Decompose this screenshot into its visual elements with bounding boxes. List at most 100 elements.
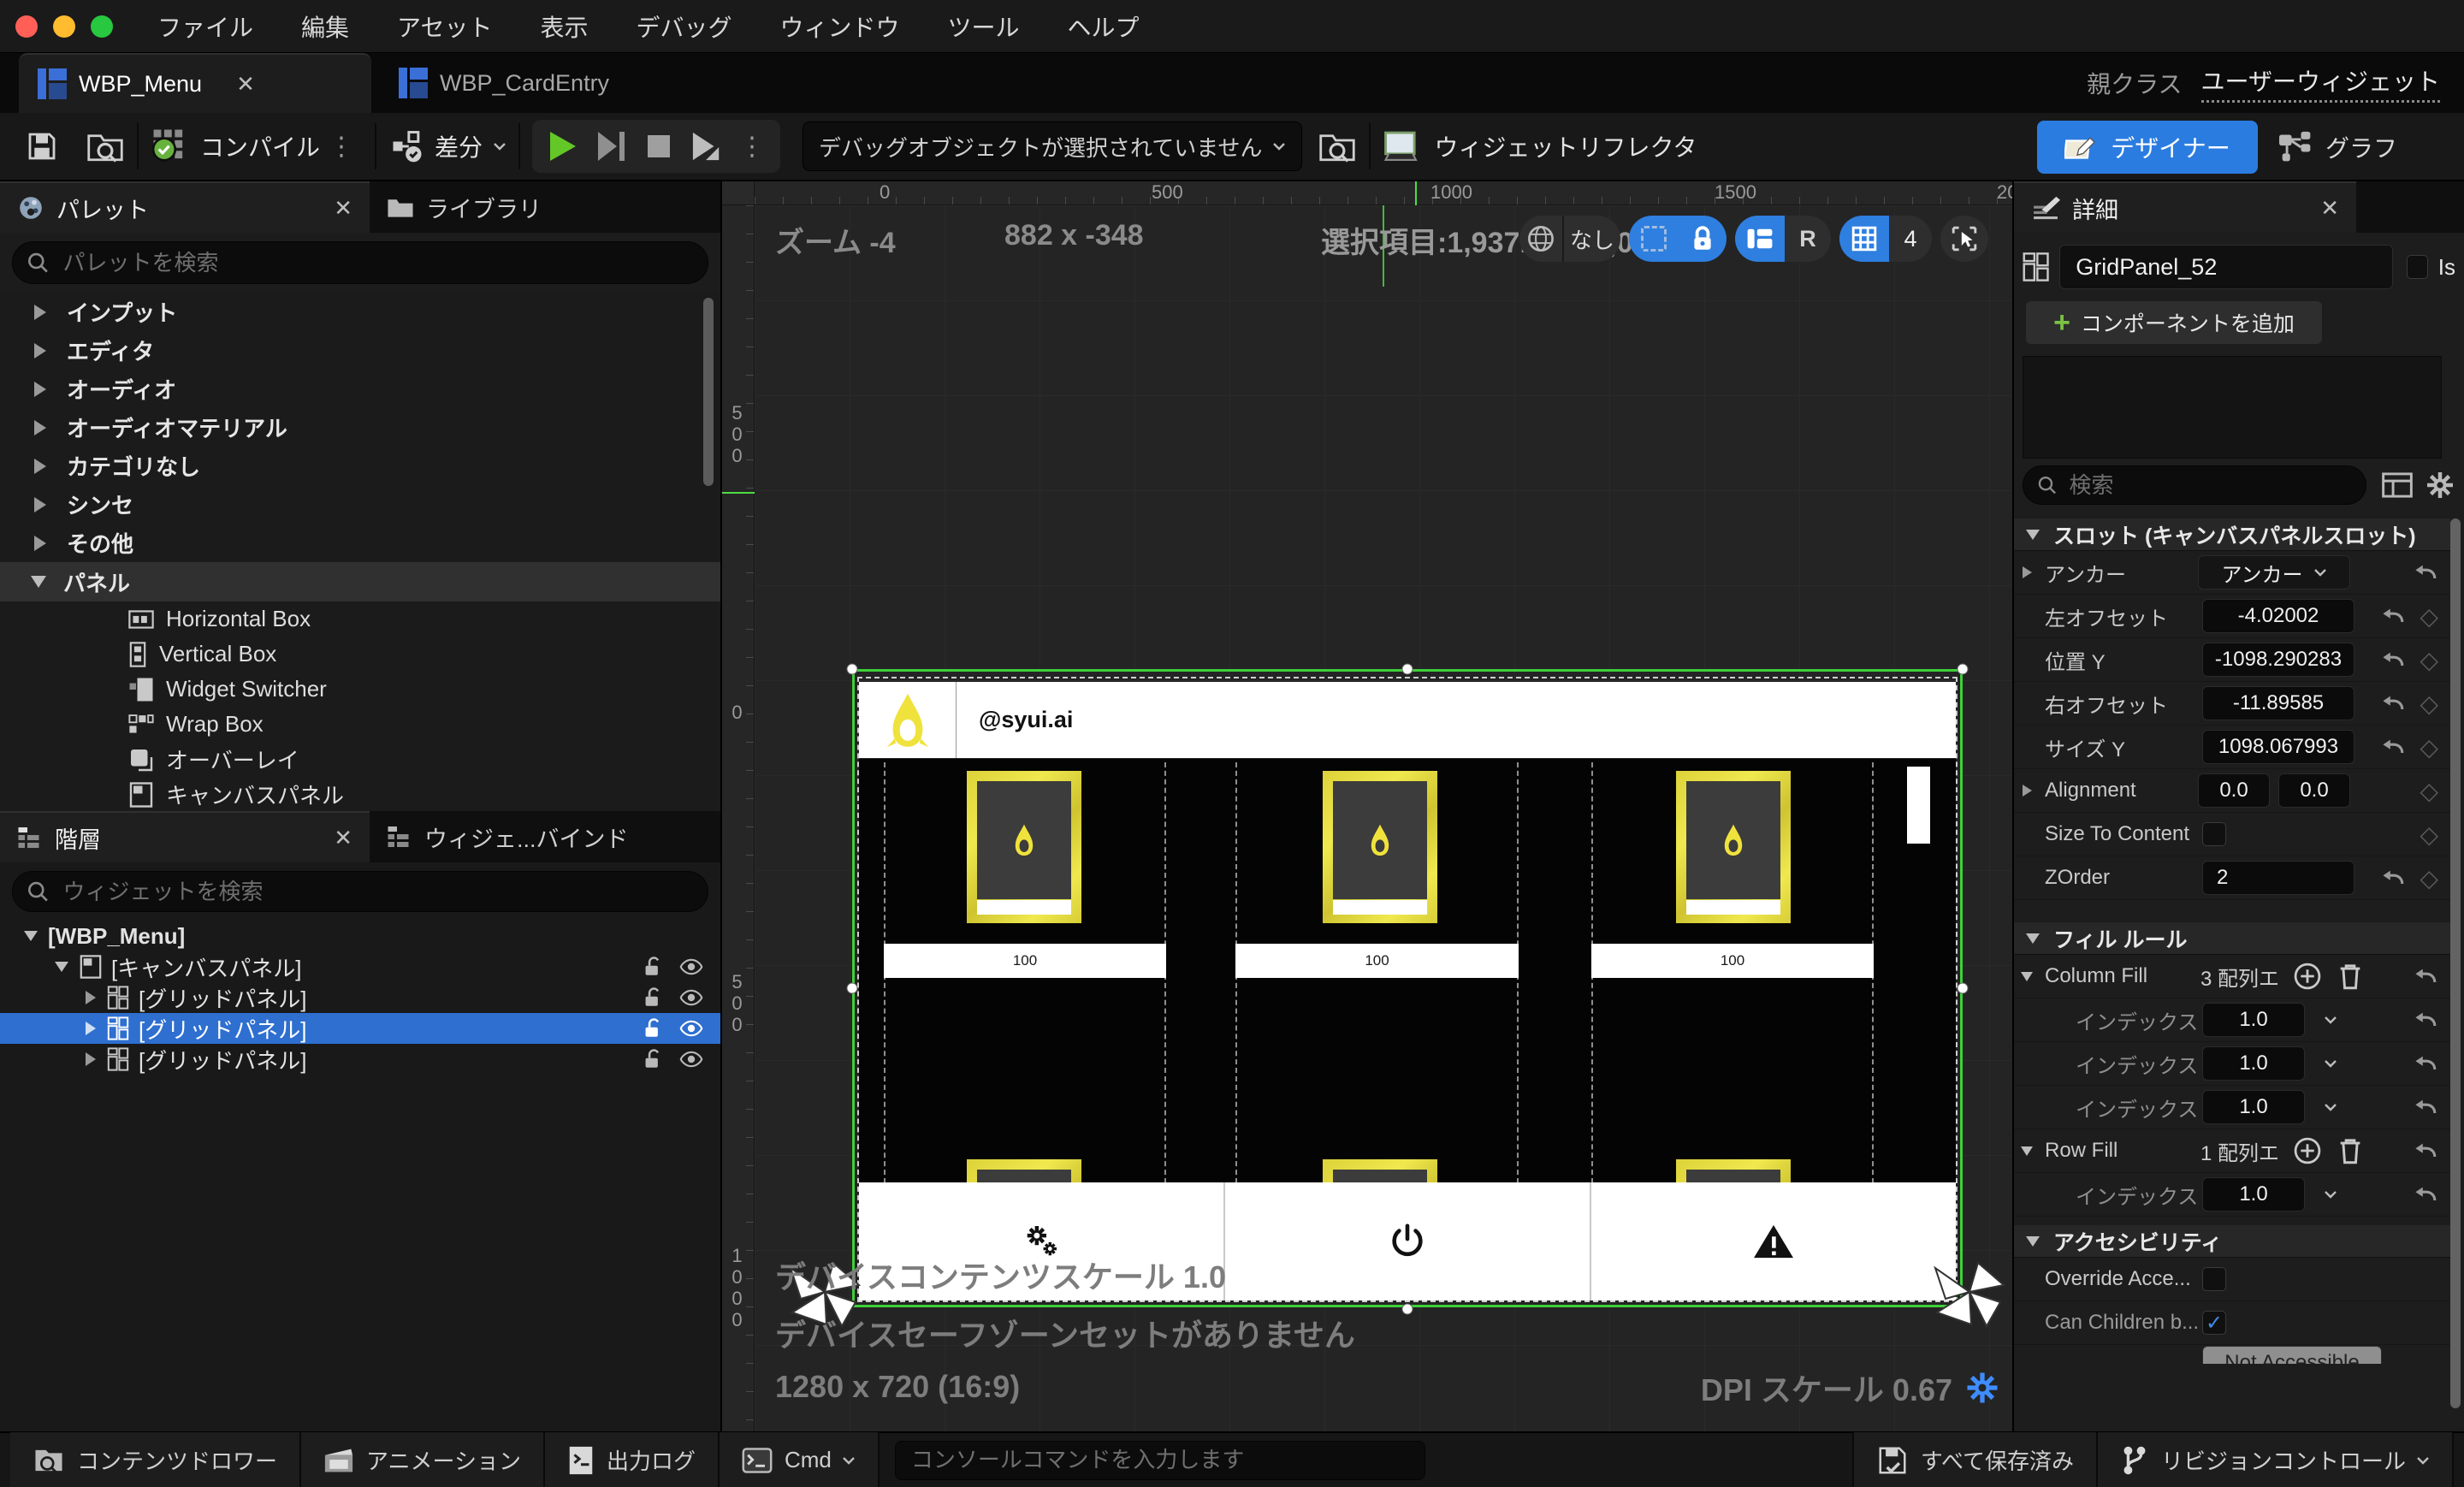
menu-window[interactable]: ウィンドウ xyxy=(780,9,900,44)
tab-wbp-menu[interactable]: WBP_Menu ✕ xyxy=(19,53,371,113)
size-to-content-checkbox[interactable] xyxy=(2202,822,2226,846)
menu-help[interactable]: ヘルプ xyxy=(1068,9,1140,44)
lock-open-icon[interactable] xyxy=(642,1017,664,1040)
bind-diamond-icon[interactable]: ◇ xyxy=(2420,646,2438,674)
reset-icon[interactable] xyxy=(2414,1140,2438,1161)
menu-asset[interactable]: アセット xyxy=(397,9,492,44)
fill-rules-section-header[interactable]: フィル ルール xyxy=(2014,922,2450,955)
palette-item-vertical-box[interactable]: Vertical Box xyxy=(0,637,720,672)
resize-handle[interactable] xyxy=(1958,664,1969,675)
eye-icon[interactable] xyxy=(679,986,703,1009)
bind-diamond-icon[interactable]: ◇ xyxy=(2420,864,2438,892)
is-variable-checkbox[interactable] xyxy=(2407,255,2428,279)
debug-object-dropdown[interactable]: デバッグオブジェクトが選択されていません xyxy=(803,121,1302,171)
palette-category[interactable]: オーディオマテリアル xyxy=(0,408,720,447)
browse-debug-icon[interactable] xyxy=(1318,128,1357,164)
resize-handle[interactable] xyxy=(1402,1304,1413,1315)
index-input[interactable]: 1.0 xyxy=(2202,1003,2305,1037)
add-element-icon[interactable] xyxy=(2293,962,2322,991)
reset-icon[interactable] xyxy=(2414,966,2438,986)
tab-close-icon[interactable]: ✕ xyxy=(2320,195,2339,222)
content-drawer-button[interactable]: コンテンツドロワー xyxy=(10,1432,301,1487)
tree-row-grid-panel-1[interactable]: [グリッドパネル] xyxy=(0,982,720,1013)
accessibility-section-header[interactable]: アクセシビリティ xyxy=(2014,1225,2450,1258)
palette-item-canvas-panel[interactable]: キャンバスパネル xyxy=(0,777,720,812)
tab-palette[interactable]: パレット ✕ xyxy=(0,181,370,233)
resize-handle[interactable] xyxy=(1402,664,1413,675)
bind-diamond-icon[interactable]: ◇ xyxy=(2420,690,2438,718)
palette-item-horizontal-box[interactable]: Horizontal Box xyxy=(0,601,720,637)
resize-handle[interactable] xyxy=(1958,983,1969,994)
traffic-zoom-button[interactable] xyxy=(91,15,113,38)
palette-search-input[interactable] xyxy=(62,249,694,277)
localization-preview-control[interactable]: なし xyxy=(1519,216,1620,262)
hierarchy-search-input[interactable] xyxy=(62,878,694,906)
widget-preview-selection[interactable]: @syui.ai xyxy=(852,669,1963,1307)
r-toggle[interactable]: R xyxy=(1785,216,1831,262)
chevron-down-icon[interactable] xyxy=(2324,1016,2337,1024)
chevron-down-icon[interactable] xyxy=(2324,1190,2337,1199)
layout-columns-icon[interactable] xyxy=(1735,216,1785,262)
menu-edit[interactable]: 編集 xyxy=(301,9,349,44)
eye-icon[interactable] xyxy=(679,1048,703,1070)
warning-cell[interactable] xyxy=(1591,1182,1956,1300)
grid-snap-control[interactable]: 4 xyxy=(1839,216,1932,262)
add-element-icon[interactable] xyxy=(2293,1136,2322,1165)
palette-item-widget-switcher[interactable]: Widget Switcher xyxy=(0,672,720,707)
slot-section-header[interactable]: スロット (キャンバスパネルスロット) xyxy=(2014,518,2450,551)
output-log-button[interactable]: 出力ログ xyxy=(545,1432,720,1487)
reset-icon[interactable] xyxy=(2382,693,2406,714)
palette-category[interactable]: シンセ xyxy=(0,485,720,524)
revision-control-button[interactable]: リビジョンコントロール xyxy=(2098,1432,2454,1487)
traffic-close-button[interactable] xyxy=(15,15,38,38)
bind-diamond-icon[interactable]: ◇ xyxy=(2420,602,2438,631)
index-input[interactable]: 1.0 xyxy=(2202,1090,2305,1124)
lock-open-icon[interactable] xyxy=(642,1048,664,1070)
compile-options-kebab[interactable]: ⋮ xyxy=(329,132,354,162)
play-options-kebab[interactable]: ⋮ xyxy=(739,132,765,162)
anchor-dropdown[interactable]: アンカー xyxy=(2198,555,2350,589)
details-search[interactable] xyxy=(2023,465,2366,505)
chevron-down-icon[interactable] xyxy=(2324,1059,2337,1068)
tab-library[interactable]: ライブラリ xyxy=(370,181,559,233)
alignment-y-input[interactable]: 0.0 xyxy=(2278,773,2350,808)
menu-debug[interactable]: デバッグ xyxy=(637,9,732,44)
index-input[interactable]: 1.0 xyxy=(2202,1177,2305,1212)
designer-mode-button[interactable]: デザイナー xyxy=(2037,121,2258,174)
preview-scrollbar-thumb[interactable] xyxy=(1907,767,1930,844)
dpi-settings-gear-icon[interactable] xyxy=(1964,1370,2000,1406)
zorder-input[interactable]: 2 xyxy=(2202,861,2354,895)
tab-hierarchy[interactable]: 階層 ✕ xyxy=(0,811,370,862)
diff-button[interactable]: 差分 xyxy=(388,127,506,165)
tab-close-icon[interactable]: ✕ xyxy=(334,825,352,851)
card-entry[interactable] xyxy=(1323,771,1437,923)
resize-arrows-right[interactable] xyxy=(1927,1249,2012,1335)
reset-icon[interactable] xyxy=(2414,1053,2438,1074)
grid-snap-size[interactable]: 4 xyxy=(1889,216,1932,262)
compile-button[interactable]: コンパイル xyxy=(151,127,320,166)
widget-name-input[interactable] xyxy=(2059,245,2393,289)
frame-skip-button[interactable] xyxy=(587,123,635,169)
resize-handle[interactable] xyxy=(847,664,858,675)
tab-details[interactable]: 詳細 ✕ xyxy=(2014,181,2356,233)
play-button[interactable] xyxy=(539,123,587,169)
reset-icon[interactable] xyxy=(2382,737,2406,757)
details-search-input[interactable] xyxy=(2067,471,2352,500)
card-entry[interactable] xyxy=(1676,771,1791,923)
designer-canvas[interactable]: 0 500 1000 1500 200 500 0 500 1000 ズーム -… xyxy=(722,181,2012,1431)
widget-reflector-button[interactable]: ウィジェットリフレクタ xyxy=(1383,129,1697,163)
tab-wbp-cardentry[interactable]: WBP_CardEntry xyxy=(380,53,628,113)
tab-widget-bind[interactable]: ウィジェ...バインド xyxy=(370,811,646,862)
tree-row-grid-panel-2-selected[interactable]: [グリッドパネル] xyxy=(0,1013,720,1044)
stop-button[interactable] xyxy=(635,123,683,169)
tree-row-canvas-panel[interactable]: [キャンバスパネル] xyxy=(0,951,720,982)
can-children-checkbox[interactable]: ✓ xyxy=(2202,1311,2226,1335)
palette-category-panel[interactable]: パネル xyxy=(0,562,720,601)
palette-category[interactable]: カテゴリなし xyxy=(0,447,720,485)
palette-item-wrap-box[interactable]: Wrap Box xyxy=(0,707,720,742)
bind-diamond-icon[interactable]: ◇ xyxy=(2420,777,2438,805)
reset-icon[interactable] xyxy=(2414,562,2438,583)
alignment-x-input[interactable]: 0.0 xyxy=(2198,773,2270,808)
offset-left-input[interactable]: -4.02002 xyxy=(2202,599,2354,633)
save-button[interactable] xyxy=(24,128,60,164)
